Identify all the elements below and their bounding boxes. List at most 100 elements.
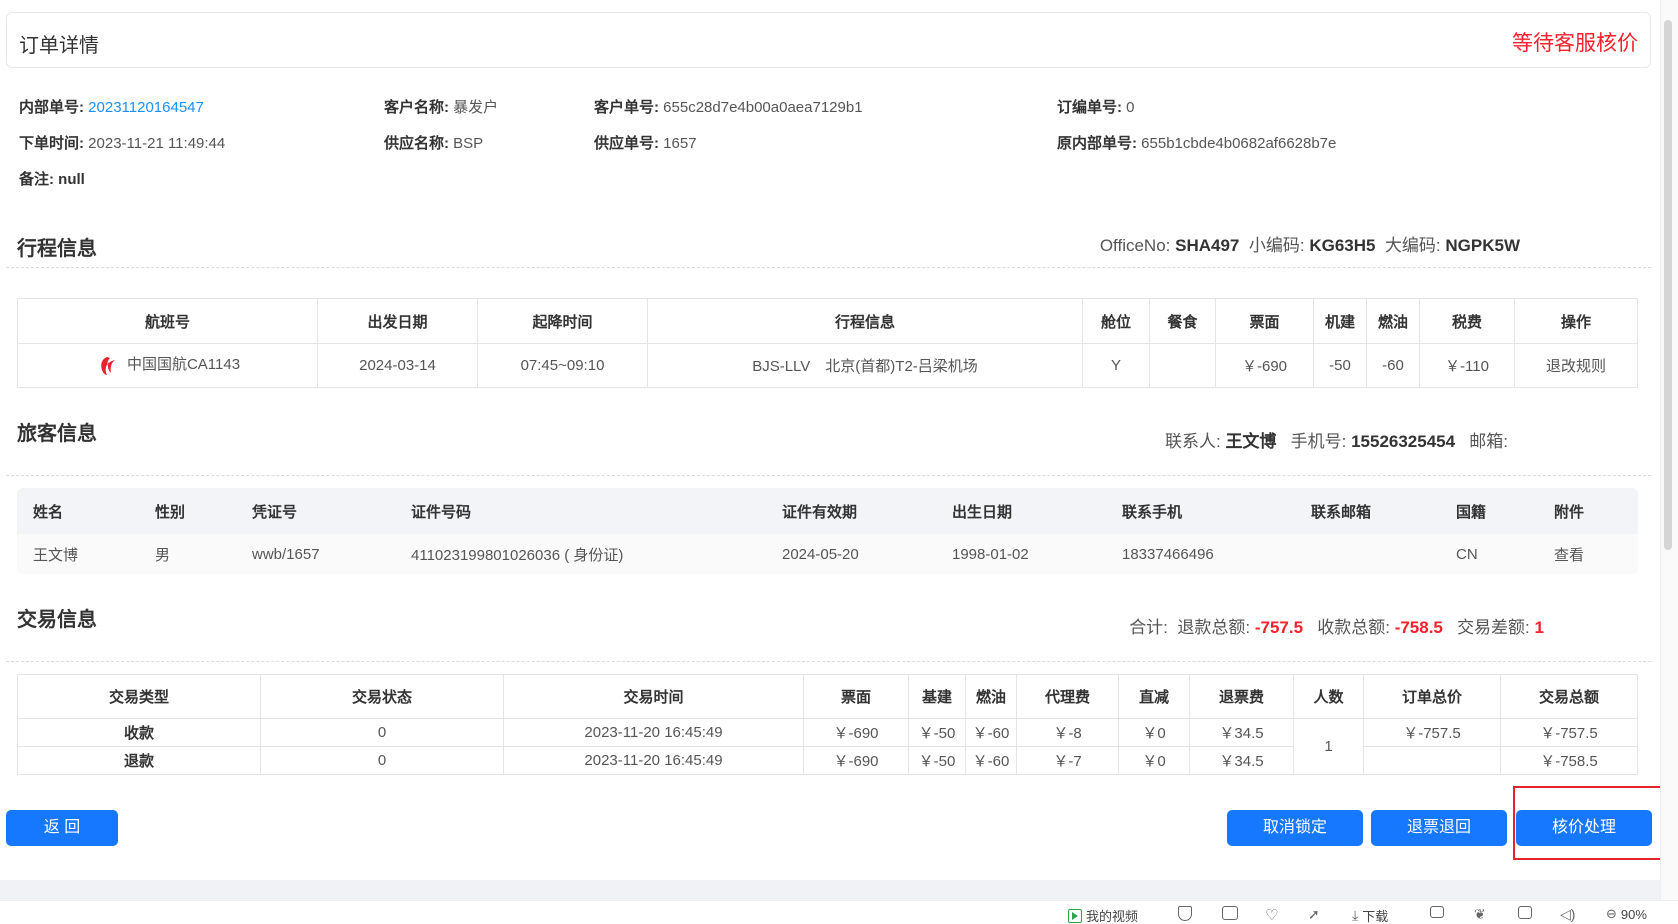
col-expiry: 证件有效期 — [766, 488, 936, 534]
cell: 我的视频 — [1086, 909, 1139, 924]
cell: ￥0 — [1118, 746, 1190, 775]
cell: 0 — [260, 746, 504, 775]
cell: -757.5 — [1254, 618, 1304, 637]
cell: 手机号: — [1290, 432, 1347, 451]
order-no: 订编单号: 0 — [1057, 96, 1135, 117]
leaf-icon[interactable]: ❦ — [1474, 906, 1486, 923]
cell: 原内部单号: — [1057, 135, 1137, 152]
cell: 90% — [1620, 906, 1647, 922]
order-time: 下单时间: 2023-11-21 11:49:44 — [19, 132, 225, 153]
cell: 2023-11-20 16:45:49 — [503, 746, 804, 775]
col-action: 操作 — [1514, 298, 1638, 344]
itinerary-codes: OfficeNo: SHA497 小编码: KG63H5 大编码: NGPK5W — [1100, 231, 1520, 256]
fuel-cell: -60 — [1366, 343, 1420, 388]
window-icon[interactable] — [1518, 906, 1532, 919]
col-gender: 性别 — [139, 488, 236, 534]
customer-name: 客户名称: 暴发户 — [384, 96, 498, 117]
cell: 收款总额: — [1317, 618, 1390, 637]
refund-return-button[interactable]: 退票退回 — [1371, 810, 1507, 846]
col-base: 基建 — [908, 674, 966, 719]
shield-icon[interactable] — [1178, 906, 1192, 921]
cell: 供应单号: — [594, 135, 659, 152]
cell: ￥-8 — [1016, 718, 1119, 747]
email-cell — [1295, 534, 1440, 574]
air-china-logo-icon — [101, 356, 115, 375]
gender-cell: 男 — [139, 534, 236, 574]
cell: null — [58, 171, 85, 188]
cell: 下载 — [1362, 909, 1389, 924]
image-icon[interactable] — [1222, 906, 1238, 920]
route-cell: BJS-LLV 北京(首都)T2-吕梁机场 — [647, 343, 1083, 388]
col-id: 证件号码 — [395, 488, 766, 534]
col-type: 交易类型 — [17, 674, 261, 719]
cell: ￥-758.5 — [1500, 746, 1638, 775]
cancel-lock-button[interactable]: 取消锁定 — [1227, 810, 1363, 846]
col-voucher: 凭证号 — [236, 488, 395, 534]
internal-no: 内部单号: 20231120164547 — [19, 96, 204, 117]
cell: 合计: — [1129, 618, 1168, 637]
col-people: 人数 — [1293, 674, 1364, 719]
time-cell: 07:45~09:10 — [477, 343, 648, 388]
cell: 15526325454 — [1351, 432, 1456, 451]
col-direct: 直减 — [1118, 674, 1190, 719]
cell: 交易差额: — [1457, 618, 1530, 637]
tax-cell: ￥-110 — [1419, 343, 1515, 388]
date-cell: 2024-03-14 — [317, 343, 478, 388]
airport-fee-cell: -50 — [1313, 343, 1367, 388]
cell: ￥0 — [1118, 718, 1190, 747]
col-mobile: 联系手机 — [1106, 488, 1295, 534]
cell: KG63H5 — [1309, 236, 1376, 255]
view-attachment-link[interactable]: 查看 — [1538, 534, 1638, 574]
col-order-total: 订单总价 — [1363, 674, 1501, 719]
voucher-cell: wwb/1657 — [236, 534, 395, 574]
table-row: 中国国航CA1143 2024-03-14 07:45~09:10 BJS-LL… — [17, 343, 1638, 388]
print-icon[interactable] — [1430, 906, 1444, 918]
col-cabin: 舱位 — [1082, 298, 1150, 344]
cell: 收款 — [17, 718, 261, 747]
passenger-name-link[interactable]: 王文博 — [17, 534, 139, 574]
transaction-summary: 合计: 退款总额: -757.5 收款总额: -758.5 交易差额: 1 — [1129, 613, 1544, 638]
speaker-icon[interactable]: ◁) — [1560, 906, 1575, 923]
download-button[interactable]: ⤓ 下载 — [1352, 906, 1388, 924]
mobile-cell: 18337466496 — [1106, 534, 1295, 574]
col-attachment: 附件 — [1538, 488, 1638, 534]
rocket-icon[interactable]: ➚ — [1308, 906, 1320, 923]
cell: 内部单号: — [19, 99, 84, 116]
cell: 王文博 — [1225, 432, 1277, 451]
internal-no-link[interactable]: 20231120164547 — [88, 99, 204, 116]
cell: ￥-50 — [908, 718, 966, 747]
expiry-cell: 2024-05-20 — [766, 534, 936, 574]
download-icon: ⤓ — [1352, 907, 1359, 923]
cell: -758.5 — [1394, 618, 1443, 637]
col-birth: 出生日期 — [936, 488, 1106, 534]
scrollbar-thumb[interactable] — [1664, 20, 1672, 550]
transaction-title: 交易信息 — [17, 609, 97, 631]
cell: 大编码: — [1384, 236, 1441, 255]
cell: ￥-690 — [803, 746, 909, 775]
cell: 退款 — [17, 746, 261, 775]
col-fuel: 燃油 — [965, 674, 1017, 719]
back-button[interactable]: 返 回 — [6, 810, 118, 846]
cell: 1657 — [663, 135, 697, 152]
remark: 备注: null — [19, 168, 85, 189]
cell: ￥-757.5 — [1363, 718, 1501, 747]
cell: ￥-60 — [965, 746, 1017, 775]
cell: SHA497 — [1175, 236, 1240, 255]
refund-rules-link[interactable]: 退改规则 — [1514, 343, 1638, 388]
cell: OfficeNo: — [1099, 236, 1171, 255]
my-video-button[interactable]: 我的视频 — [1068, 906, 1138, 924]
cell: 订编单号: — [1057, 99, 1122, 116]
col-email: 联系邮箱 — [1295, 488, 1440, 534]
col-route: 行程信息 — [647, 298, 1083, 344]
cell: NGPK5W — [1445, 236, 1520, 255]
heart-icon[interactable]: ♡ — [1265, 906, 1278, 924]
cell: BSP — [453, 135, 484, 152]
page-footer-gap — [0, 880, 1660, 900]
nationality-cell: CN — [1440, 534, 1538, 574]
col-fuel: 燃油 — [1366, 298, 1420, 344]
cell: 中国国航CA1143 — [126, 356, 241, 374]
cell: 2023-11-20 16:45:49 — [503, 718, 804, 747]
zoom-control[interactable]: ⊖ 90% — [1606, 906, 1647, 922]
birth-cell: 1998-01-02 — [936, 534, 1106, 574]
cell: 退款总额: — [1177, 618, 1251, 637]
